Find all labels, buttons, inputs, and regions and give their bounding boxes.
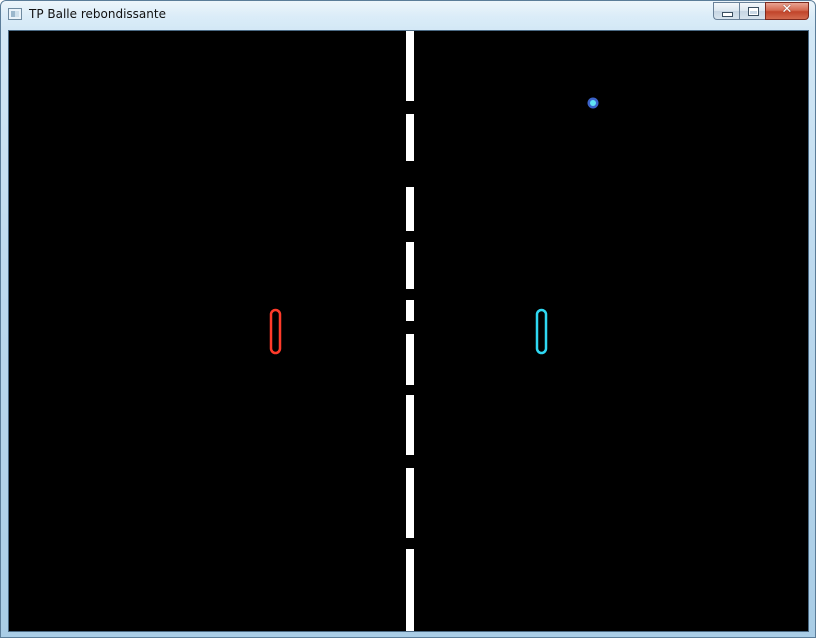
game-canvas[interactable] [8, 30, 809, 632]
left-paddle [269, 308, 282, 355]
minimize-icon [722, 12, 733, 17]
net-segment [406, 468, 414, 538]
net-segment [406, 114, 414, 161]
net-segment [406, 300, 414, 321]
net-segment [406, 187, 414, 231]
center-net [406, 31, 414, 631]
game-scene [269, 31, 599, 631]
net-segment [406, 31, 414, 101]
minimize-button[interactable] [713, 2, 739, 20]
app-window: TP Balle rebondissante ✕ [0, 0, 816, 638]
close-button[interactable]: ✕ [765, 2, 809, 20]
net-segment [406, 549, 414, 631]
ball-inner [590, 100, 596, 106]
right-paddle [535, 308, 548, 355]
maximize-icon [748, 7, 759, 16]
net-segment [406, 334, 414, 385]
title-bar[interactable]: TP Balle rebondissante ✕ [1, 1, 815, 29]
maximize-button[interactable] [739, 2, 765, 20]
ball [587, 97, 599, 109]
window-title: TP Balle rebondissante [29, 7, 166, 21]
net-segment [406, 242, 414, 289]
caption-buttons: ✕ [713, 2, 809, 21]
net-segment [406, 395, 414, 455]
close-icon: ✕ [781, 2, 793, 17]
window-app-icon[interactable] [8, 8, 22, 20]
